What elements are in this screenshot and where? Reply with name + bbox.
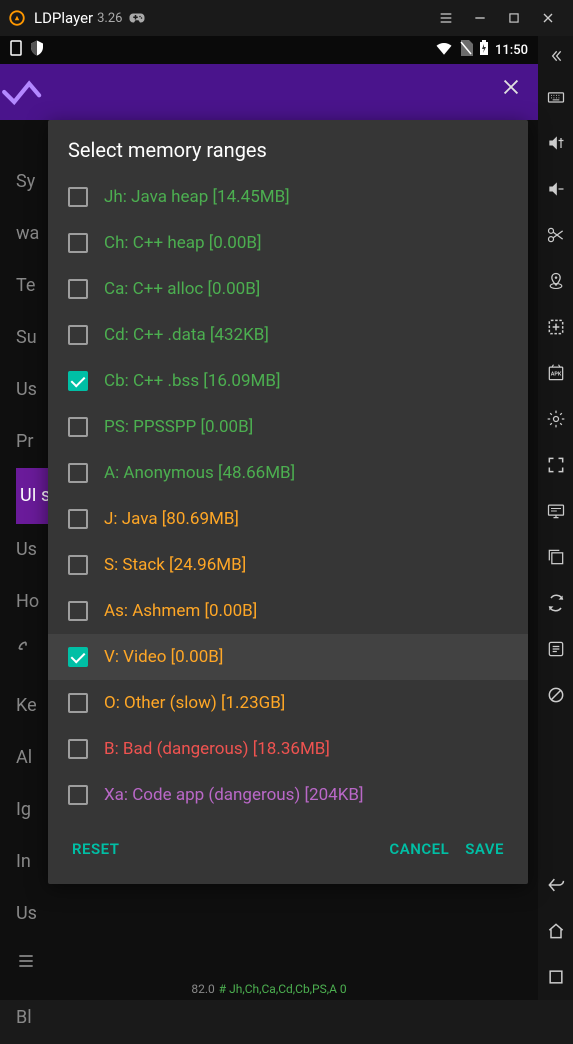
memory-range-label: Xa: Code app (dangerous) [204KB] [104,785,363,805]
memory-range-item[interactable]: As: Ashmem [0.00B] [48,588,528,634]
save-button[interactable]: SAVE [457,832,512,866]
memory-range-item[interactable]: Cd: C++ .data [432KB] [48,312,528,358]
block-icon[interactable] [538,672,573,718]
back-icon[interactable] [538,862,573,908]
memory-range-item[interactable]: Cb: C++ .bss [16.09MB] [48,358,528,404]
checkbox[interactable] [68,463,88,483]
checkbox[interactable] [68,785,88,805]
checkbox[interactable] [68,233,88,253]
no-sim-icon [459,40,473,60]
sync-icon[interactable] [538,580,573,626]
app-name: LDPlayer [34,9,93,27]
footer-left: 82.0 [191,982,214,996]
memory-range-item[interactable]: Ch: C++ heap [0.00B] [48,220,528,266]
recents-icon[interactable] [538,954,573,1000]
memory-range-label: Cd: C++ .data [432KB] [104,325,269,345]
checkbox[interactable] [68,509,88,529]
footer-text: 82.0 # Jh,Ch,Ca,Cd,Cb,PS,A 0 [191,982,346,996]
app-logo-icon [8,9,26,27]
memory-range-item[interactable]: Xa: Code app (dangerous) [204KB] [48,772,528,818]
android-status-bar: 11:50 [0,36,538,64]
keyboard-icon[interactable] [538,74,573,120]
app-version: 3.26 [97,11,122,26]
memory-range-item[interactable]: Jh: Java heap [14.45MB] [48,174,528,220]
app-header [0,64,538,120]
checkbox[interactable] [68,555,88,575]
multi-window-icon[interactable] [538,534,573,580]
checkbox[interactable] [68,187,88,207]
memory-range-label: V: Video [0.00B] [104,647,223,667]
dialog-title: Select memory ranges [48,120,528,174]
cancel-button[interactable]: CANCEL [381,832,457,866]
memory-range-item[interactable]: PS: PPSSPP [0.00B] [48,404,528,450]
close-button[interactable] [531,0,565,36]
checkbox[interactable] [68,417,88,437]
memory-range-item[interactable]: S: Stack [24.96MB] [48,542,528,588]
footer-right: # Jh,Ch,Ca,Cd,Cb,PS,A 0 [219,982,347,996]
volume-down-icon[interactable] [538,166,573,212]
volume-up-icon[interactable] [538,120,573,166]
memory-range-label: Jh: Java heap [14.45MB] [104,187,290,207]
memory-range-label: Cb: C++ .bss [16.09MB] [104,371,280,391]
memory-range-item[interactable]: J: Java [80.69MB] [48,496,528,542]
memory-range-label: As: Ashmem [0.00B] [104,601,257,621]
checkbox[interactable] [68,739,88,759]
memory-range-item[interactable]: A: Anonymous [48.66MB] [48,450,528,496]
checkbox[interactable] [68,693,88,713]
location-icon[interactable] [538,258,573,304]
memory-range-item[interactable]: B: Bad (dangerous) [18.36MB] [48,726,528,772]
memory-range-item[interactable]: Ca: C++ alloc [0.00B] [48,266,528,312]
menu-button[interactable] [429,0,463,36]
checkbox[interactable] [68,647,88,667]
svg-text:APK: APK [550,372,561,378]
memory-range-label: A: Anonymous [48.66MB] [104,463,295,483]
titlebar: LDPlayer 3.26 [0,0,573,36]
minimize-button[interactable] [463,0,497,36]
memory-range-label: O: Other (slow) [1.23GB] [104,693,285,713]
reset-button[interactable]: RESET [64,832,127,866]
memory-range-dialog: Select memory ranges Jh: Java heap [14.4… [48,120,528,884]
memory-range-label: Ca: C++ alloc [0.00B] [104,279,260,299]
maximize-button[interactable] [497,0,531,36]
side-toolbar: APK [538,36,573,1000]
wifi-icon [435,41,453,59]
memory-range-list: Jh: Java heap [14.45MB] Ch: C++ heap [0.0… [48,174,528,818]
memory-range-label: B: Bad (dangerous) [18.36MB] [104,739,330,759]
memory-range-item[interactable]: O: Other (slow) [1.23GB] [48,680,528,726]
home-icon[interactable] [538,908,573,954]
shield-icon [28,39,46,61]
checkbox[interactable] [68,371,88,391]
monitor-icon[interactable] [538,488,573,534]
memory-range-item[interactable]: V: Video [0.00B] [48,634,528,680]
settings-icon[interactable] [538,396,573,442]
battery-icon [479,40,489,60]
close-icon[interactable] [500,76,522,104]
task-icon[interactable] [538,626,573,672]
wave-icon [0,74,50,110]
scissors-icon[interactable] [538,212,573,258]
apk-icon[interactable]: APK [538,350,573,396]
add-instance-icon[interactable] [538,304,573,350]
memory-range-label: PS: PPSSPP [0.00B] [104,417,253,437]
checkbox[interactable] [68,279,88,299]
checkbox[interactable] [68,325,88,345]
gamepad-icon[interactable] [128,9,146,27]
checkbox[interactable] [68,601,88,621]
orientation-icon [10,40,22,60]
memory-range-label: Ch: C++ heap [0.00B] [104,233,261,253]
memory-range-label: J: Java [80.69MB] [104,509,239,529]
fullscreen-icon[interactable] [538,442,573,488]
collapse-toolbar-button[interactable] [538,38,573,74]
memory-range-label: S: Stack [24.96MB] [104,555,246,575]
emulator-screen: 11:50 SywaTeSuUsPrUI setUsHoKeAlIgInUsBl… [0,36,538,1000]
clock: 11:50 [495,43,528,58]
